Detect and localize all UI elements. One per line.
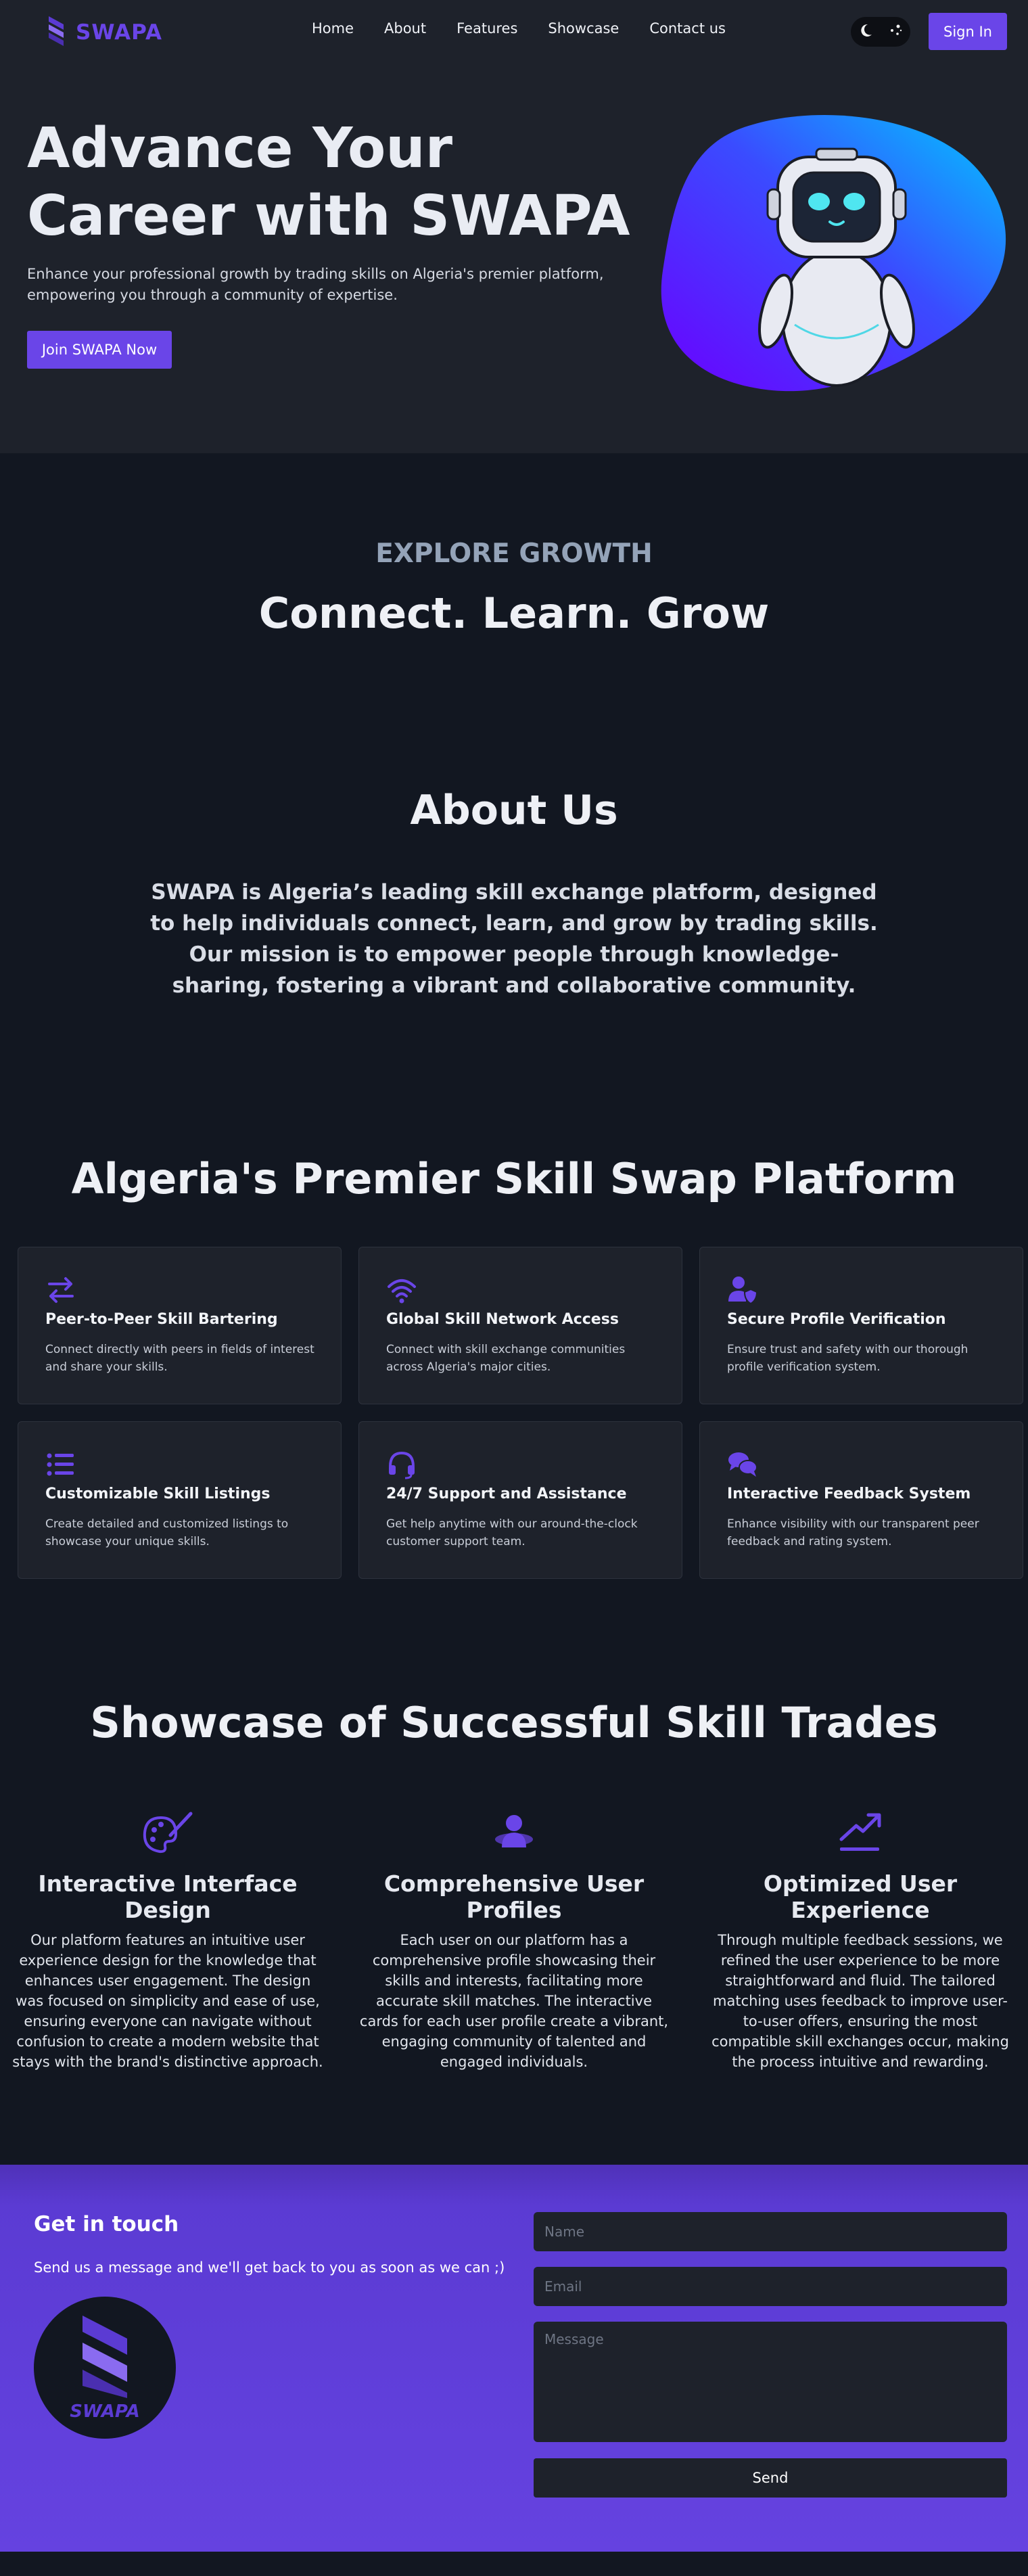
swapa-round-logo: SWAPA	[34, 2297, 176, 2439]
feature-card-network: Global Skill Network Access Connect with…	[358, 1247, 682, 1404]
hero-subtitle: Enhance your professional growth by trad…	[27, 266, 604, 303]
nav-links: Home About Features Showcase Contact us	[312, 20, 726, 37]
feature-desc: Ensure trust and safety with our thoroug…	[727, 1343, 968, 1374]
brand-name: SWAPA	[76, 20, 162, 45]
feature-desc: Get help anytime with our around-the-clo…	[386, 1517, 638, 1548]
palette-brush-icon	[141, 1810, 195, 1857]
showcase-item-experience: Optimized User Experience Through multip…	[698, 1810, 1023, 2072]
top-navbar: SWAPA Home About Features Showcase Conta…	[0, 0, 1028, 62]
feature-card-verification: Secure Profile Verification Ensure trust…	[699, 1247, 1023, 1404]
about-title: About Us	[410, 787, 618, 834]
join-button[interactable]: Join SWAPA Now	[27, 331, 172, 369]
swap-arrows-icon	[45, 1274, 76, 1306]
contact-subtitle: Send us a message and we'll get back to …	[34, 2259, 505, 2276]
theme-toggle[interactable]	[851, 17, 910, 47]
footer	[0, 2552, 1028, 2576]
trend-up-icon	[833, 1810, 887, 1857]
nav-link-features[interactable]: Features	[457, 20, 517, 37]
logo-text: SWAPA	[70, 2401, 139, 2422]
about-text: SWAPA is Algeria’s leading skill exchang…	[150, 880, 878, 998]
feature-title: Peer-to-Peer Skill Bartering	[45, 1311, 278, 1328]
feature-desc: Create detailed and customized listings …	[45, 1517, 289, 1548]
nav-link-home[interactable]: Home	[312, 20, 354, 37]
brand[interactable]: SWAPA	[46, 16, 162, 49]
email-input[interactable]	[534, 2267, 1007, 2306]
feature-desc: Enhance visibility with our transparent …	[727, 1517, 979, 1548]
showcase-title: Showcase of Successful Skill Trades	[90, 1698, 938, 1747]
hero-title: Advance Your Career with SWAPA	[27, 116, 630, 248]
name-input[interactable]	[534, 2212, 1007, 2251]
contact-title: Get in touch	[34, 2212, 179, 2236]
message-textarea[interactable]	[534, 2322, 1007, 2442]
user-shield-icon	[727, 1274, 758, 1306]
feature-card-listings: Customizable Skill Listings Create detai…	[18, 1421, 342, 1579]
feature-title: Secure Profile Verification	[727, 1311, 946, 1328]
nav-link-about[interactable]: About	[384, 20, 426, 37]
feature-title: Interactive Feedback System	[727, 1486, 971, 1502]
explore-title: Connect. Learn. Grow	[258, 589, 770, 638]
feature-title: Global Skill Network Access	[386, 1311, 619, 1328]
feature-card-feedback: Interactive Feedback System Enhance visi…	[699, 1421, 1023, 1579]
user-profile-icon	[487, 1810, 541, 1857]
showcase-item-title: Comprehensive User Profiles	[383, 1870, 645, 1923]
list-icon	[45, 1449, 76, 1480]
sparkles-icon	[887, 22, 904, 41]
showcase-item-profiles: Comprehensive User Profiles Each user on…	[352, 1810, 676, 2072]
moon-icon	[858, 22, 874, 41]
chat-bubbles-icon	[727, 1449, 758, 1480]
robot-mascot-illustration	[659, 115, 1014, 406]
contact-section: Get in touch Send us a message and we'll…	[0, 2165, 1028, 2552]
showcase-item-interface: Interactive Interface Design Our platfor…	[5, 1810, 330, 2072]
swapa-logo-icon	[46, 16, 66, 49]
feature-title: Customizable Skill Listings	[45, 1486, 271, 1502]
explore-eyebrow: EXPLORE GROWTH	[375, 538, 653, 569]
feature-title: 24/7 Support and Assistance	[386, 1486, 627, 1502]
showcase-item-desc: Each user on our platform has a comprehe…	[359, 1932, 669, 2070]
headset-icon	[386, 1449, 417, 1480]
showcase-item-title: Optimized User Experience	[763, 1870, 958, 1923]
showcase-item-desc: Our platform features an intuitive user …	[12, 1932, 323, 2070]
nav-link-contact[interactable]: Contact us	[649, 20, 726, 37]
feature-desc: Connect directly with peers in fields of…	[45, 1343, 314, 1374]
feature-desc: Connect with skill exchange communities …	[386, 1343, 626, 1374]
hero-section: Advance Your Career with SWAPA Enhance y…	[0, 62, 1028, 453]
wifi-icon	[386, 1274, 417, 1306]
nav-link-showcase[interactable]: Showcase	[548, 20, 619, 37]
send-button[interactable]: Send	[534, 2458, 1007, 2498]
sign-in-button[interactable]: Sign In	[929, 13, 1007, 50]
feature-card-support: 24/7 Support and Assistance Get help any…	[358, 1421, 682, 1579]
features-title: Algeria's Premier Skill Swap Platform	[71, 1154, 957, 1203]
showcase-item-title: Interactive Interface Design	[38, 1870, 298, 1923]
showcase-item-desc: Through multiple feedback sessions, we r…	[711, 1932, 1009, 2070]
feature-card-bartering: Peer-to-Peer Skill Bartering Connect dir…	[18, 1247, 342, 1404]
